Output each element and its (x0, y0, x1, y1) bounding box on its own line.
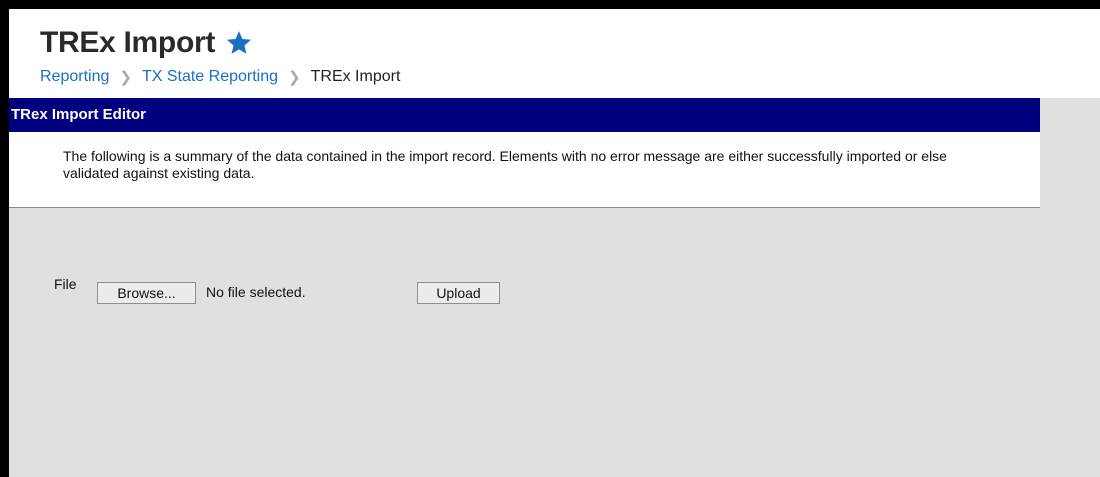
breadcrumb-link-reporting[interactable]: Reporting (40, 68, 109, 86)
window-left-border (0, 0, 9, 477)
breadcrumb: Reporting ❯ TX State Reporting ❯ TREx Im… (40, 68, 400, 86)
content-area: TRex Import Editor The following is a su… (9, 98, 1100, 477)
page-title: TREx Import (40, 26, 216, 59)
page-header: TREx Import Reporting ❯ TX State Reporti… (9, 9, 1100, 98)
chevron-right-icon: ❯ (119, 69, 132, 86)
title-row: TREx Import (40, 27, 253, 59)
upload-button[interactable]: Upload (417, 282, 500, 304)
window-top-border (0, 0, 1100, 9)
star-icon[interactable] (225, 29, 253, 57)
editor-panel: TRex Import Editor The following is a su… (9, 98, 1040, 208)
editor-header: TRex Import Editor (9, 98, 1040, 132)
browse-button[interactable]: Browse... (97, 282, 196, 304)
page-frame: TREx Import Reporting ❯ TX State Reporti… (9, 9, 1100, 477)
file-status: No file selected. (206, 284, 306, 300)
chevron-right-icon: ❯ (288, 69, 301, 86)
breadcrumb-current: TREx Import (310, 68, 401, 85)
file-label: File (54, 276, 77, 292)
editor-description: The following is a summary of the data c… (63, 148, 947, 181)
breadcrumb-link-tx-state-reporting[interactable]: TX State Reporting (142, 68, 278, 86)
